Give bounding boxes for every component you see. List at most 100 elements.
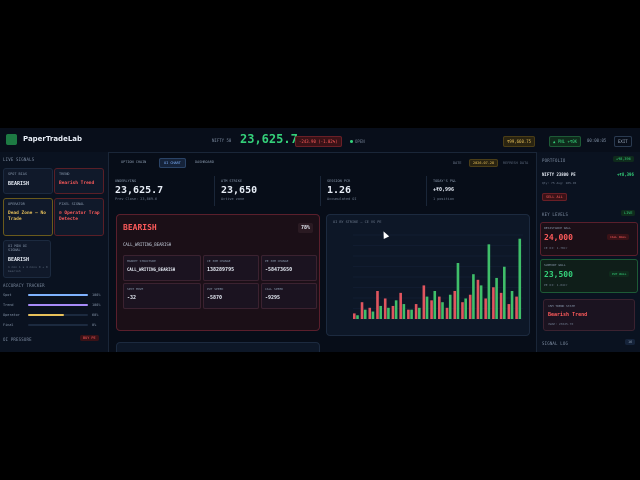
tab-option-chain[interactable]: OPTION CHAIN <box>117 158 150 166</box>
bias-tile-value: -32 <box>127 295 137 301</box>
live-badge: LIVE <box>621 210 636 216</box>
clock: 00:00:05 <box>587 138 607 143</box>
bias-tile-label: CALL SPEED <box>265 287 284 291</box>
resistance-sub: CE OI: 1.78Cr <box>544 246 568 250</box>
stat-sub: 1 position <box>433 197 455 201</box>
spot-bias-label: SPOT BIAS <box>8 172 27 176</box>
stat-value: 23,650 <box>221 185 258 196</box>
bias-tile: CALL SPEED -9295 <box>261 283 317 309</box>
chart-bar-pe <box>456 263 460 319</box>
stat-sub: Prev Close: 23,869.6 <box>115 197 158 201</box>
balance-badge: ₹99,660.75 <box>503 136 536 147</box>
support-card: SUPPORT WALL 23,500 PE OI: 1.04Cr PUT WA… <box>540 259 638 293</box>
stat-card: SESSION PCR 1.26 Accumulated OI <box>321 176 427 206</box>
bias-tile-label: SPOT MOVE <box>127 287 144 291</box>
chart-bar-ce <box>445 307 449 319</box>
stat-label: SESSION PCR <box>327 179 351 183</box>
sell-all-button[interactable]: SELL ALL <box>542 193 567 201</box>
bias-title: BEARISH <box>123 223 157 232</box>
chart-bar-pe <box>402 304 406 319</box>
pnl-badge: ▲ PNL +₹0K <box>549 136 582 147</box>
call-wall-tag: CALL WALL <box>607 234 630 240</box>
app-window: PaperTradeLab NIFTY 50 23,625.7 -243.90 … <box>0 128 640 352</box>
chart-bar-pe <box>387 307 390 319</box>
top-bar: PaperTradeLab NIFTY 50 23,625.7 -243.90 … <box>0 128 640 153</box>
stat-value: 1.26 <box>327 185 352 196</box>
index-change: -243.90 (-1.02%) <box>295 136 342 147</box>
spot-bias-card: SPOT BIAS BEARISH <box>3 168 53 194</box>
chart-bar-pe <box>487 244 491 319</box>
accuracy-name: Trend <box>3 303 14 307</box>
index-price: 23,625.7 <box>240 132 298 146</box>
secondary-card <box>116 342 320 352</box>
accuracy-value: 100% <box>92 293 101 297</box>
tab-oi-chart[interactable]: OI CHART <box>159 158 186 168</box>
chart-bar-pe <box>472 274 475 319</box>
chart-bar-ce <box>484 298 487 319</box>
chart-bar-pe <box>425 296 429 319</box>
bias-tile: SPOT MOVE -32 <box>123 283 201 309</box>
chart-bar-ce <box>407 309 410 319</box>
accuracy-name: Final <box>3 323 14 327</box>
exit-button[interactable]: EXIT <box>614 136 632 147</box>
chart-bar-pe <box>441 302 444 319</box>
bias-tile-label: MARKET STRUCTURE <box>127 259 156 263</box>
support-sub: PE OI: 1.04Cr <box>544 283 568 287</box>
stat-label: TODAY'S P&L <box>433 179 457 183</box>
chart-bar-ce <box>430 300 433 319</box>
chart-bar-pe <box>464 298 467 319</box>
accuracy-name: Spot <box>3 293 12 297</box>
accuracy-track <box>28 304 88 306</box>
key-levels-label: KEY LEVELS <box>542 212 569 217</box>
trend-value: Bearish Trend <box>59 181 95 186</box>
signal-log-label: SIGNAL LOG <box>542 341 569 346</box>
bias-tile-label: PUT SPEED <box>207 287 224 291</box>
right-sidebar: PORTFOLIO +₹8,396 NIFTY 23800 PE +₹8,396… <box>536 152 640 352</box>
chart-bar-ce <box>476 279 480 319</box>
trend-state-label: 15M TREND STATE <box>548 304 576 308</box>
stat-card: ATM STRIKE 23,650 Active zone <box>215 176 321 206</box>
main-panel: OPTION CHAIN OI CHART DASHBOARD DATE 2026-… <box>109 152 535 352</box>
chart-bar-ce <box>438 296 441 319</box>
logo-icon <box>6 134 17 145</box>
oi-pressure-label: OI PRESSURE <box>3 337 32 342</box>
chart-bar-ce <box>492 287 495 319</box>
pixel-signal-value: ⊘ Operator Trap Detecte <box>59 211 100 222</box>
bias-tile: PE 30M CHANGE -58473650 <box>261 255 317 281</box>
refresh-link[interactable]: REFRESH DATA <box>503 161 528 165</box>
operator-value: Dead Zone — No Trade <box>8 211 46 222</box>
accuracy-fill <box>28 294 88 296</box>
date-picker[interactable]: 2026-07-28 <box>469 159 499 167</box>
resistance-value: 24,000 <box>544 233 573 242</box>
portfolio-badge: +₹8,396 <box>613 156 634 162</box>
index-name: NIFTY 50 <box>212 138 232 143</box>
brand-name: PaperTradeLab <box>23 135 83 143</box>
accuracy-track <box>28 324 88 326</box>
chart-bar-pe <box>363 309 367 319</box>
accuracy-value: 100% <box>92 303 101 307</box>
chart-bar-pe <box>371 311 375 319</box>
accuracy-fill <box>28 304 88 306</box>
chart-bar-ce <box>360 302 364 319</box>
position-pnl: +₹8,396 <box>617 172 634 177</box>
chart-bar-pe <box>495 277 498 319</box>
status-dot-icon <box>350 140 353 143</box>
bias-tile-value: -9295 <box>265 295 281 301</box>
oi-pressure-badge: BUY PE <box>80 335 99 341</box>
oi-signal-value: BEARISH <box>8 257 30 263</box>
oi-signal-label: OI MIN OI SIGNAL <box>8 244 27 252</box>
stat-sub: Accumulated OI <box>327 197 357 201</box>
chart-bar-pe <box>379 305 382 319</box>
accuracy-name: Operator <box>3 313 20 317</box>
stat-label: UNDERLYING <box>115 179 137 183</box>
bias-tile: MARKET STRUCTURE CALL_WRITING_BEARISH <box>123 255 201 281</box>
chart-bar-ce <box>376 291 379 319</box>
stat-value: +₹0,996 <box>433 187 455 193</box>
tab-dashboard[interactable]: DASHBOARD <box>191 158 218 166</box>
oi-signal-sub: 1 min 1 s 4 mins 0 + 0 bearish <box>8 265 48 273</box>
oi-chart-card: OI BY STRIKE — CE VS PE <box>326 214 530 336</box>
oi-bar-chart <box>353 234 523 320</box>
chart-bar-pe <box>418 307 421 319</box>
bias-confidence: 78% <box>297 223 313 233</box>
chart-bar-ce <box>453 291 457 319</box>
